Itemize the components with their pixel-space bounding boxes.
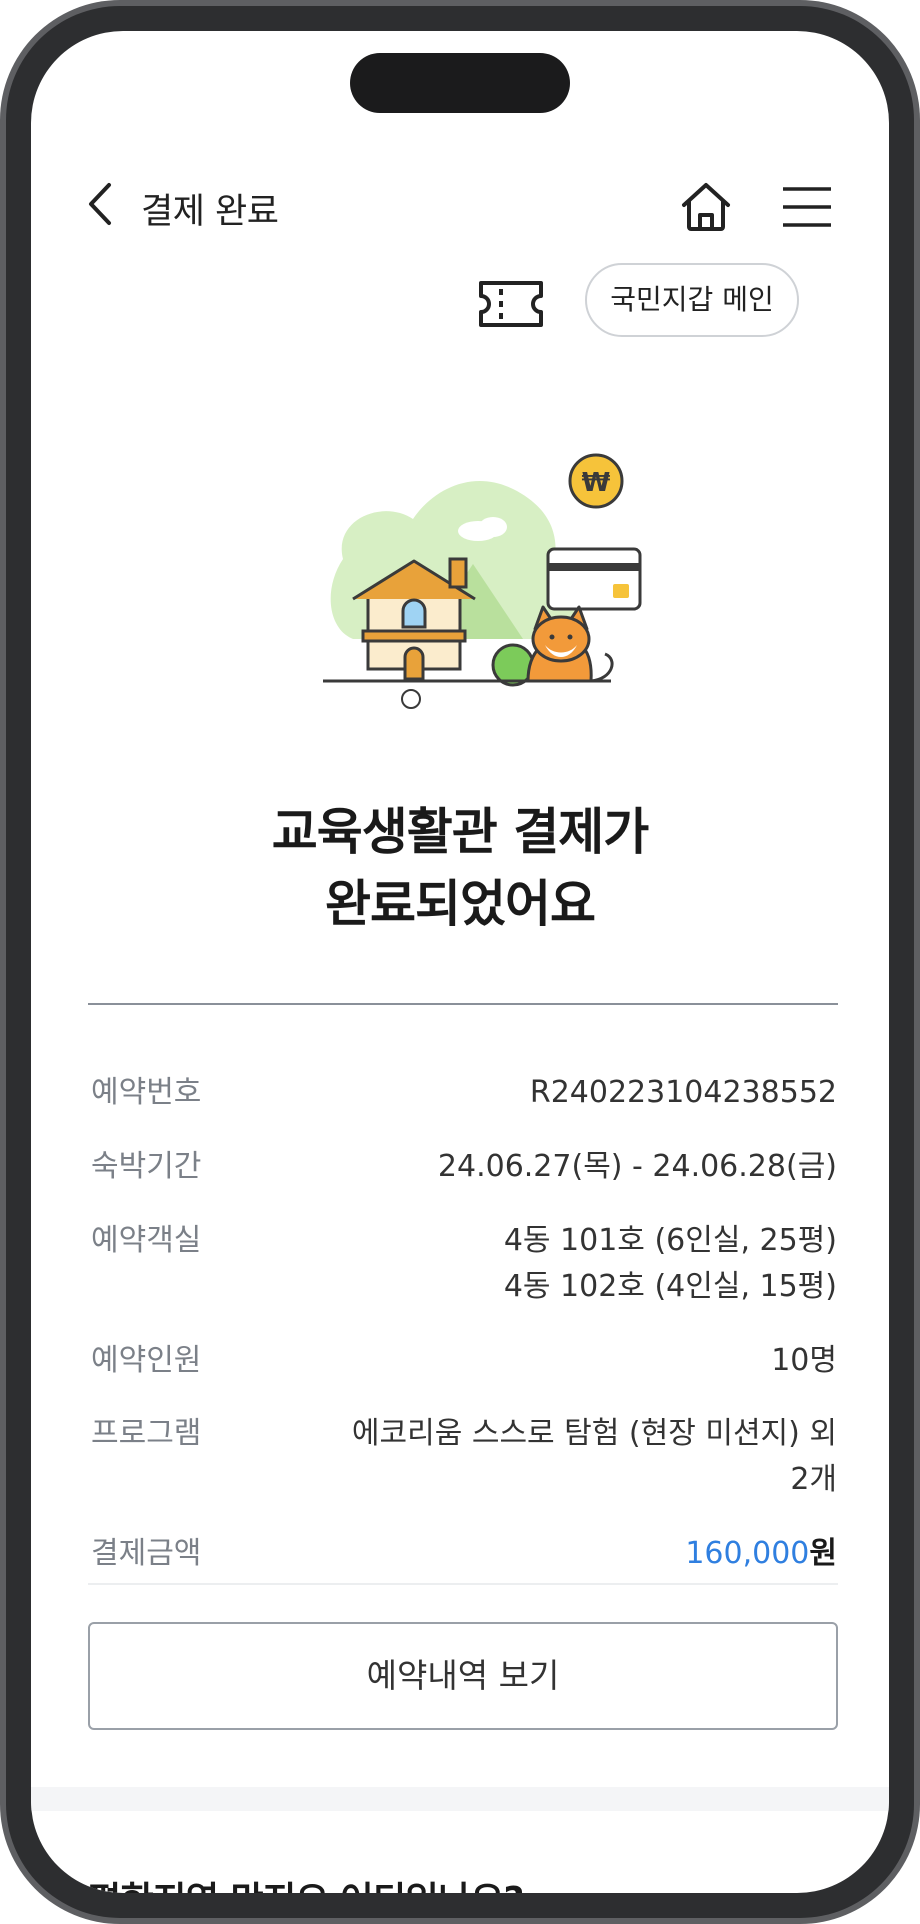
payment-amount: 160,000원 (685, 1531, 837, 1577)
detail-value-line-2: 4동 102호 (4인실, 15평) (503, 1269, 837, 1304)
screen: 결제 완료 국민지갑 메인 ₩ 교육생활관 결제가 완료되었어요 예약번호 R2… (31, 31, 889, 1893)
wallet-main-button[interactable]: 국민지갑 메인 (585, 263, 799, 337)
detail-label: 예약객실 (91, 1223, 202, 1258)
home-icon[interactable] (679, 181, 733, 233)
detail-value-line-1: 에코리움 스스로 탐험 (현장 미션지) 외 (351, 1416, 837, 1451)
menu-icon[interactable] (781, 185, 833, 229)
detail-value: R240223104238552 (529, 1075, 837, 1110)
detail-label: 예약번호 (91, 1075, 202, 1110)
next-section-heading: 편한지역 만지오 어디있나요? (88, 1871, 524, 1893)
page-title: 결제 완료 (141, 192, 279, 232)
detail-value-line-2: 2개 (790, 1462, 837, 1497)
detail-value: 10명 (771, 1343, 837, 1378)
svg-text:₩: ₩ (582, 468, 611, 498)
detail-value: 에코리움 스스로 탐험 (현장 미션지) 외 2개 (352, 1411, 837, 1503)
section-separator-band (31, 1787, 889, 1811)
dynamic-island (350, 53, 570, 113)
detail-label: 프로그램 (91, 1416, 202, 1451)
section-divider (88, 1003, 838, 1005)
detail-value: 4동 101호 (6인실, 25평) 4동 102호 (4인실, 15평) (504, 1218, 837, 1310)
detail-label: 숙박기간 (91, 1149, 202, 1184)
ticket-icon[interactable] (477, 279, 545, 329)
detail-label: 예약인원 (91, 1343, 202, 1378)
section-divider-light (88, 1583, 838, 1585)
detail-value-line-1: 4동 101호 (6인실, 25평) (503, 1223, 837, 1258)
payment-complete-illustration: ₩ (323, 453, 642, 709)
chevron-left-icon[interactable] (81, 181, 121, 227)
view-reservation-button[interactable]: 예약내역 보기 (88, 1622, 838, 1730)
amount-unit: 원 (809, 1536, 837, 1571)
completion-headline: 교육생활관 결제가 완료되었어요 (31, 796, 889, 940)
headline-line-2: 완료되었어요 (325, 875, 596, 933)
detail-value: 24.06.27(목) - 24.06.28(금) (437, 1149, 837, 1184)
amount-number: 160,000 (685, 1536, 810, 1571)
app-header: 결제 완료 (31, 161, 889, 241)
detail-label: 결제금액 (91, 1536, 202, 1571)
headline-line-1: 교육생활관 결제가 (271, 803, 649, 861)
